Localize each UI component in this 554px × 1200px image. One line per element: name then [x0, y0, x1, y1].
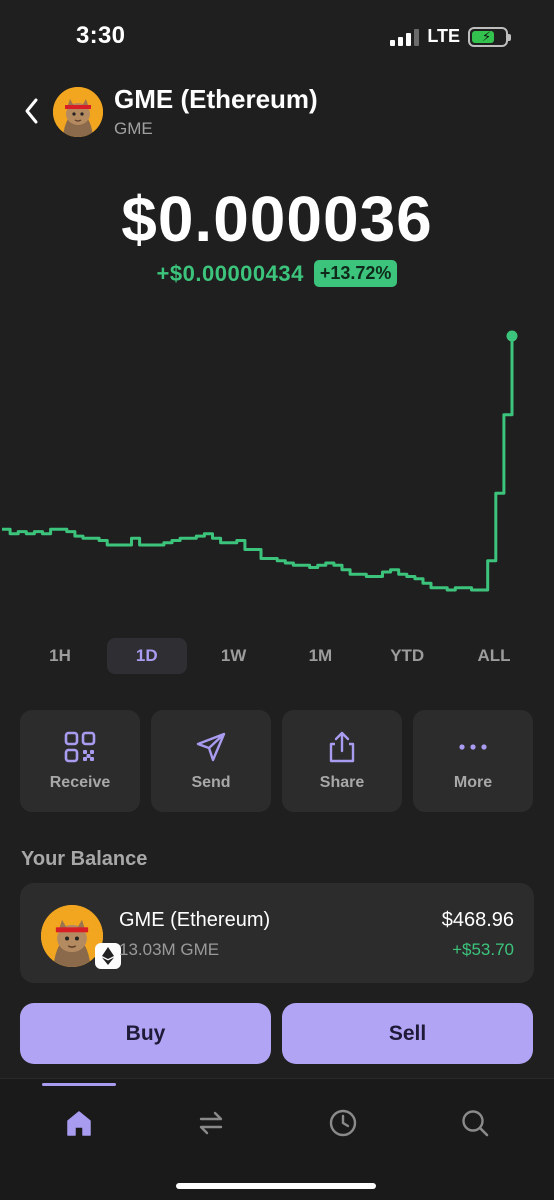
- signal-icon: [390, 28, 420, 46]
- network-label: LTE: [427, 26, 460, 46]
- latest-price-dot: [506, 330, 518, 342]
- tab-search[interactable]: [455, 1103, 495, 1143]
- qr-code-icon: [64, 731, 96, 763]
- balance-token-avatar: [41, 905, 103, 967]
- balance-token-amount: 13.03M GME: [119, 940, 220, 959]
- price-chart[interactable]: [0, 320, 554, 610]
- range-selector: 1H 1D 1W 1M YTD ALL: [20, 638, 534, 676]
- send-icon: [196, 732, 226, 762]
- price-line: [2, 336, 514, 592]
- history-icon: [329, 1109, 357, 1137]
- active-tab-indicator: [42, 1083, 116, 1086]
- battery-icon: ⚡: [468, 26, 511, 47]
- token-avatar: [53, 87, 103, 137]
- range-tab-1m[interactable]: 1M: [280, 638, 360, 674]
- ethereum-chain-icon: [95, 943, 121, 969]
- current-price: $0.000036: [121, 183, 433, 255]
- tab-bar: [0, 1078, 554, 1200]
- tab-swap[interactable]: [191, 1103, 231, 1143]
- range-tab-1w[interactable]: 1W: [194, 638, 274, 674]
- price-change: +$0.00000434 +13.72%: [0, 260, 554, 287]
- tab-home[interactable]: [59, 1103, 99, 1143]
- price-change-percent-badge: +13.72%: [313, 260, 398, 287]
- home-indicator: [176, 1183, 376, 1189]
- balance-card[interactable]: GME (Ethereum) 13.03M GME $468.96 +$53.7…: [20, 883, 534, 983]
- screen: 3:30 LTE ⚡ GME (Ethereum) GME $0.000036 …: [0, 0, 554, 1200]
- token-symbol: GME: [114, 119, 153, 138]
- balance-value: $468.96: [441, 909, 514, 931]
- more-icon: [459, 744, 487, 750]
- range-tab-ytd[interactable]: YTD: [367, 638, 447, 674]
- home-icon: [67, 1111, 91, 1136]
- send-button[interactable]: Send: [151, 710, 271, 812]
- range-tab-1d[interactable]: 1D: [106, 638, 187, 674]
- back-chevron-icon[interactable]: [20, 96, 44, 126]
- sell-button[interactable]: Sell: [282, 1003, 533, 1064]
- action-row: Receive Send Share More: [20, 710, 534, 812]
- send-label: Send: [191, 774, 231, 791]
- share-button[interactable]: Share: [282, 710, 402, 812]
- buy-button[interactable]: Buy: [20, 1003, 271, 1064]
- share-icon: [329, 731, 355, 763]
- price-change-amount: +$0.00000434: [156, 260, 304, 286]
- balance-change: +$53.70: [452, 940, 514, 959]
- balance-token-name: GME (Ethereum): [119, 909, 271, 931]
- range-tab-all[interactable]: ALL: [454, 638, 534, 674]
- receive-button[interactable]: Receive: [20, 710, 140, 812]
- status-indicators: LTE ⚡: [390, 26, 511, 47]
- range-tab-1h[interactable]: 1H: [20, 638, 100, 674]
- receive-label: Receive: [49, 774, 111, 791]
- page-title: GME (Ethereum): [114, 84, 318, 114]
- balance-heading: Your Balance: [21, 848, 148, 870]
- search-icon: [462, 1110, 489, 1137]
- more-label: More: [453, 774, 493, 791]
- share-label: Share: [319, 774, 365, 791]
- tab-history[interactable]: [323, 1103, 363, 1143]
- status-time: 3:30: [76, 22, 126, 49]
- swap-icon: [199, 1111, 223, 1135]
- more-button[interactable]: More: [413, 710, 533, 812]
